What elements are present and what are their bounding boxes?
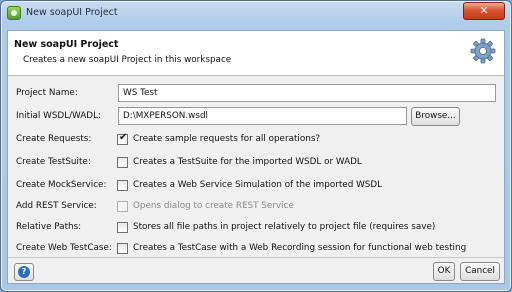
create-mockservice-text: Creates a Web Service Simulation of the … (133, 180, 383, 190)
create-testsuite-checkbox[interactable] (117, 157, 128, 168)
close-icon: ✕ (479, 4, 489, 17)
ok-button[interactable]: OK (433, 262, 455, 281)
dialog-window: New soapUI Project ✕ New soapUI Project … (0, 0, 512, 292)
checkmark-icon: ✔ (119, 132, 128, 143)
header-subtitle: Creates a new soapUI Project in this wor… (23, 55, 232, 65)
create-web-testcase-label: Create Web TestCase: (16, 243, 112, 253)
create-requests-checkbox[interactable]: ✔ (117, 132, 128, 145)
relative-paths-text: Stores all file paths in project relativ… (133, 222, 436, 232)
create-testsuite-label: Create TestSuite: (16, 157, 91, 167)
project-name-label: Project Name: (16, 88, 78, 98)
window-title: New soapUI Project (26, 7, 118, 18)
add-rest-service-text: Opens dialog to create REST Service (133, 201, 294, 211)
create-web-testcase-text: Creates a TestCase with a Web Recording … (133, 243, 467, 253)
gear-icon (470, 38, 496, 64)
cancel-button[interactable]: Cancel (460, 262, 500, 281)
project-name-input[interactable] (118, 84, 496, 102)
help-icon: ? (18, 266, 30, 278)
relative-paths-label: Relative Paths: (16, 222, 82, 232)
add-rest-service-checkbox (117, 201, 128, 212)
create-requests-text: Create sample requests for all operation… (133, 134, 321, 144)
browse-button[interactable]: Browse... (411, 107, 460, 126)
create-mockservice-label: Create MockService: (16, 180, 107, 190)
create-mockservice-checkbox[interactable] (117, 180, 128, 191)
title-bar[interactable]: New soapUI Project ✕ (1, 1, 511, 25)
dialog-content: New soapUI Project Creates a new soapUI … (7, 30, 505, 284)
dialog-header: New soapUI Project Creates a new soapUI … (8, 31, 504, 76)
help-button[interactable]: ? (14, 263, 34, 281)
create-requests-label: Create Requests: (16, 134, 92, 144)
create-testsuite-text: Creates a TestSuite for the imported WSD… (133, 157, 362, 167)
close-button[interactable]: ✕ (463, 2, 505, 20)
wsdl-path-input[interactable] (118, 107, 407, 125)
relative-paths-checkbox[interactable] (117, 222, 128, 233)
create-web-testcase-checkbox[interactable] (117, 243, 128, 254)
wsdl-label: Initial WSDL/WADL: (16, 111, 101, 121)
header-title: New soapUI Project (14, 39, 119, 50)
soapui-app-icon (7, 6, 21, 20)
add-rest-service-label: Add REST Service: (16, 201, 97, 211)
dialog-footer: ? OK Cancel (8, 257, 504, 284)
